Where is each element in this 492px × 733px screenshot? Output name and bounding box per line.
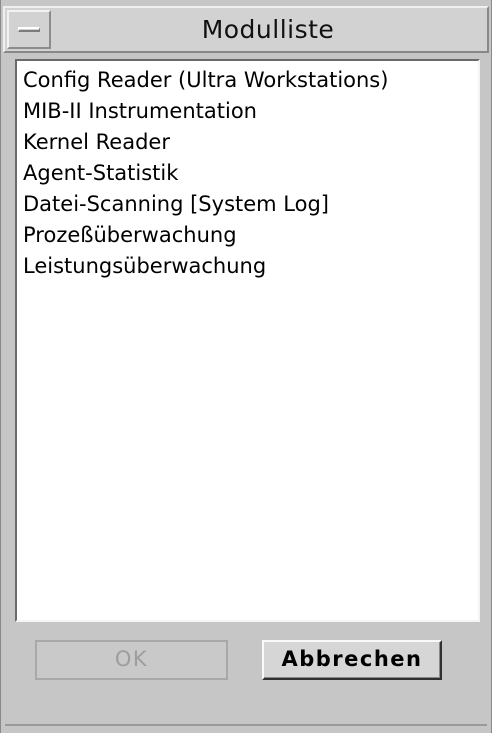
ok-button[interactable]: OK bbox=[35, 640, 228, 680]
window-title: Modulliste bbox=[201, 15, 335, 44]
module-list[interactable]: Config Reader (Ultra Workstations) MIB-I… bbox=[15, 59, 480, 622]
cancel-button[interactable]: Abbrechen bbox=[262, 640, 442, 680]
list-item[interactable]: Kernel Reader bbox=[23, 127, 170, 158]
module-list-dialog: Modulliste Config Reader (Ultra Workstat… bbox=[0, 0, 492, 733]
window-bottom-edge bbox=[5, 724, 487, 726]
title-bar[interactable]: Modulliste bbox=[3, 6, 489, 53]
list-item[interactable]: Agent-Statistik bbox=[23, 158, 178, 189]
window-menu-icon bbox=[18, 27, 40, 32]
list-item[interactable]: Config Reader (Ultra Workstations) bbox=[23, 65, 388, 96]
list-item[interactable]: Leistungsüberwachung bbox=[23, 251, 266, 282]
list-item[interactable]: MIB-II Instrumentation bbox=[23, 96, 257, 127]
window-menu-button[interactable] bbox=[7, 10, 51, 49]
list-item[interactable]: Datei-Scanning [System Log] bbox=[23, 189, 329, 220]
list-item[interactable]: Prozeßüberwachung bbox=[23, 220, 237, 251]
